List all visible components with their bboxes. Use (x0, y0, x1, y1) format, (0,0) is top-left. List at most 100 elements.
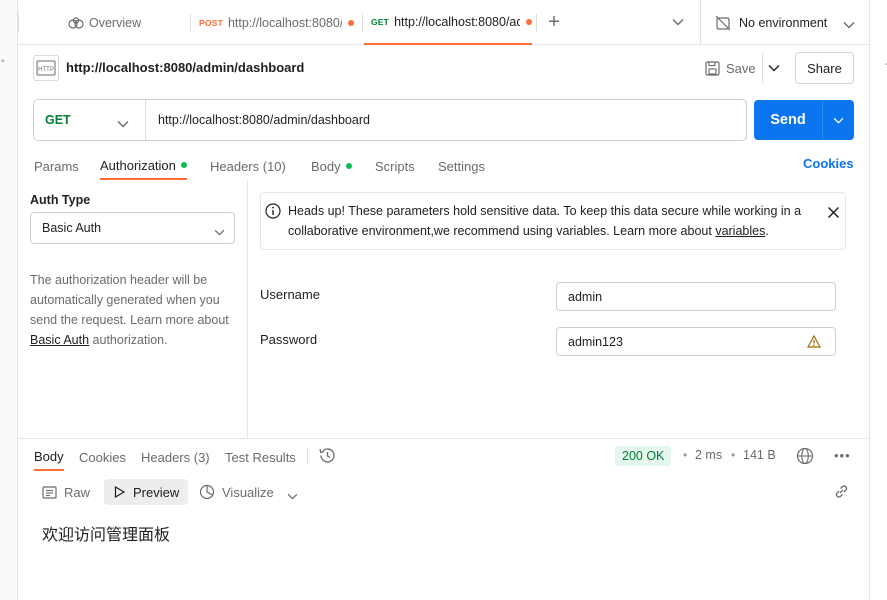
tab-settings-label: Settings (438, 158, 485, 174)
view-preview-button[interactable]: Preview (104, 479, 188, 505)
tab-separator (18, 14, 19, 32)
tab-params-label: Params (34, 158, 79, 174)
variables-link[interactable]: variables (715, 224, 765, 238)
chevron-down-icon (214, 225, 225, 239)
send-button[interactable]: Send (754, 100, 822, 140)
view-raw-button[interactable]: Raw (42, 480, 90, 504)
tab-headers[interactable]: Headers (10) (210, 152, 286, 180)
notice-line-text: collaborative environment,we recommend u… (288, 224, 716, 238)
url-input[interactable]: http://localhost:8080/admin/dashboard (158, 100, 370, 140)
response-tab-headers[interactable]: Headers (3) (141, 443, 210, 471)
cookies-link[interactable]: Cookies (803, 156, 854, 171)
tab-authorization-label: Authorization (100, 157, 176, 173)
tab-separator (700, 0, 701, 45)
chevron-down-icon (843, 18, 855, 32)
tab-overview-label: Overview (89, 15, 142, 30)
response-size[interactable]: 141 B (743, 448, 776, 462)
tab-body[interactable]: Body (311, 152, 352, 180)
notice-line: collaborative environment,we recommend u… (288, 221, 820, 241)
separator-dot: • (731, 448, 736, 462)
tab-overview[interactable]: Overview (68, 0, 188, 45)
status-dot-icon (180, 162, 187, 168)
tab-bar: Overview POST http://localhost:8080/l GE… (18, 0, 869, 45)
separator-dot: • (683, 448, 688, 462)
divider (762, 53, 763, 83)
chevron-down-icon (117, 116, 129, 131)
http-request-icon: HTTP (33, 55, 59, 81)
save-button[interactable]: Save (705, 57, 756, 79)
request-title[interactable]: http://localhost:8080/admin/dashboard (66, 60, 304, 75)
tab-scripts[interactable]: Scripts (375, 152, 415, 180)
no-environment-icon (715, 15, 731, 31)
status-badge[interactable]: 200 OK (615, 446, 672, 466)
status-dot-icon (345, 163, 352, 169)
info-icon (265, 203, 281, 222)
response-tab-test-results[interactable]: Test Results (225, 443, 296, 471)
tab-separator (536, 14, 537, 32)
send-options-chevron-icon[interactable] (823, 100, 854, 140)
auth-type-label: Auth Type (30, 193, 91, 207)
save-options-chevron-icon[interactable] (766, 60, 782, 76)
auth-help-line: Basic Auth authorization. (30, 330, 245, 350)
visualize-label: Visualize (222, 484, 274, 500)
globe-icon[interactable] (796, 447, 814, 468)
method-value: GET (45, 113, 71, 127)
tab-post-request[interactable]: POST http://localhost:8080/l (199, 0, 357, 45)
tab-get-url: http://localhost:8080/ad (394, 14, 521, 29)
view-visualize-button[interactable]: Visualize (199, 480, 274, 504)
password-field[interactable]: admin123 (556, 327, 836, 356)
tabs-dropdown-chevron-icon[interactable] (670, 14, 686, 30)
environment-selector[interactable]: No environment (715, 0, 865, 45)
response-divider (18, 438, 869, 439)
new-tab-plus-icon[interactable]: + (544, 11, 564, 33)
response-tab-body-label: Body (34, 448, 64, 464)
collapsed-dot-icon: ° (1, 58, 5, 68)
tab-get-method: GET (371, 16, 390, 27)
username-field[interactable]: admin (556, 282, 836, 311)
response-tab-headers-label: Headers (3) (141, 449, 210, 465)
notice-line: Heads up! These parameters hold sensitiv… (288, 204, 802, 218)
auth-help-text: The authorization header will be automat… (30, 270, 245, 350)
divider (307, 447, 308, 465)
password-label: Password (260, 332, 318, 347)
overview-icon (68, 16, 84, 29)
tab-params[interactable]: Params (34, 152, 79, 180)
save-label: Save (726, 60, 756, 76)
svg-text:HTTP: HTTP (38, 67, 54, 73)
link-icon[interactable] (833, 483, 850, 503)
share-label: Share (807, 60, 842, 76)
history-icon[interactable] (318, 447, 336, 467)
tab-headers-label: Headers (10) (210, 158, 286, 174)
tab-get-request[interactable]: GET http://localhost:8080/ad (364, 0, 532, 45)
sensitive-data-notice: Heads up! These parameters hold sensitiv… (260, 192, 846, 250)
preview-label: Preview (133, 484, 180, 500)
right-sidebar-strip: - (869, 0, 887, 600)
more-options-icon[interactable]: ••• (834, 448, 851, 463)
close-icon[interactable] (827, 206, 840, 222)
response-time[interactable]: 2 ms (695, 448, 722, 462)
tab-post-url: http://localhost:8080/l (227, 15, 342, 30)
method-select[interactable]: GET (34, 100, 146, 140)
share-button[interactable]: Share (795, 52, 854, 84)
environment-label: No environment (739, 15, 828, 30)
collapsed-icon: ‹ (0, 14, 1, 26)
response-tab-cookies-label: Cookies (79, 449, 126, 465)
response-tab-cookies[interactable]: Cookies (79, 443, 126, 471)
auth-help-line: The authorization header will be (30, 273, 208, 287)
auth-help-line: automatically generated when you (30, 293, 220, 307)
send-button-group: Send (754, 100, 854, 140)
auth-type-select[interactable]: Basic Auth (30, 212, 235, 244)
unsaved-dot-icon (347, 19, 354, 26)
chevron-down-icon[interactable] (287, 488, 298, 503)
response-tab-test-results-label: Test Results (225, 449, 296, 465)
tab-authorization[interactable]: Authorization (100, 152, 187, 180)
auth-help-tail: authorization. (89, 333, 168, 347)
play-icon (114, 486, 125, 498)
response-tab-body[interactable]: Body (34, 443, 64, 471)
tab-body-label: Body (311, 158, 341, 174)
tab-post-method: POST (199, 17, 223, 28)
notice-text: Heads up! These parameters hold sensitiv… (288, 201, 820, 241)
basic-auth-link[interactable]: Basic Auth (30, 333, 89, 347)
tab-settings[interactable]: Settings (438, 152, 485, 180)
tab-scripts-label: Scripts (375, 158, 415, 174)
